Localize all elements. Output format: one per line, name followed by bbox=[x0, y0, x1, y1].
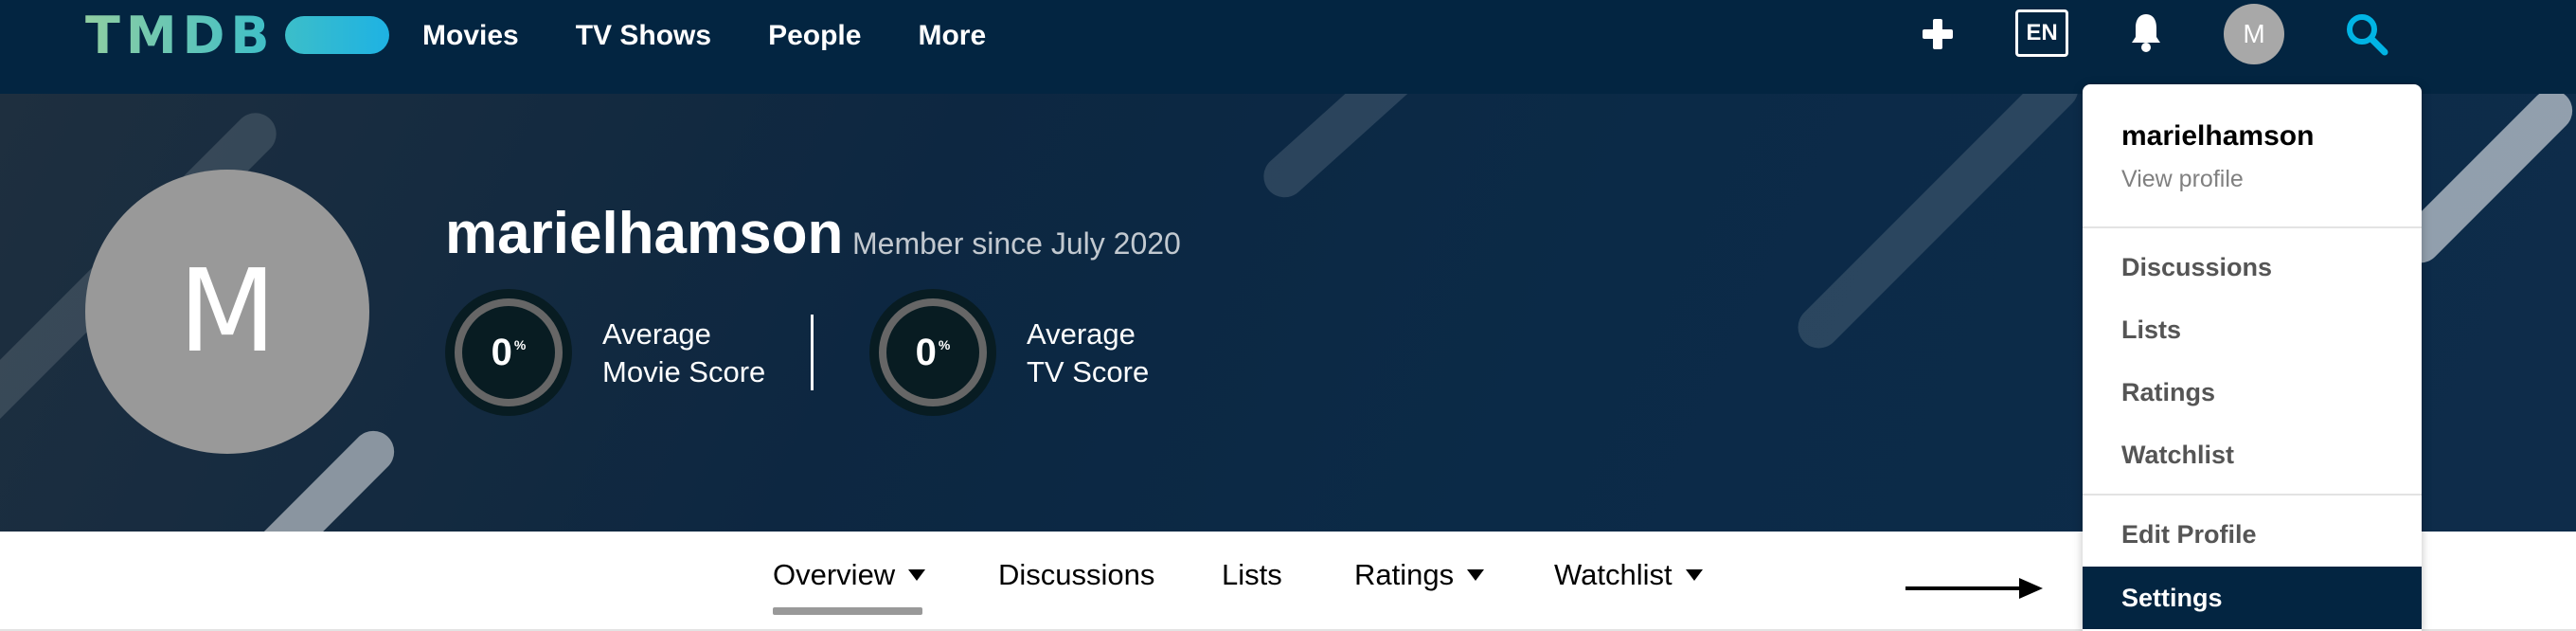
tab-label: Watchlist bbox=[1554, 558, 1673, 591]
bell-icon[interactable] bbox=[2129, 11, 2163, 53]
movie-score-number: 0 bbox=[491, 331, 512, 373]
movie-score-badge: 0% bbox=[445, 289, 572, 416]
tab-lists[interactable]: Lists bbox=[1222, 558, 1282, 592]
search-icon[interactable] bbox=[2344, 11, 2389, 57]
menu-divider bbox=[2083, 226, 2422, 228]
profile-avatar: M bbox=[85, 170, 369, 454]
logo-text: TMDB bbox=[85, 5, 276, 65]
percent-sign: % bbox=[938, 337, 951, 352]
menu-item-edit-profile[interactable]: Edit Profile bbox=[2083, 503, 2422, 566]
tab-watchlist[interactable]: Watchlist bbox=[1554, 558, 1703, 592]
menu-item-watchlist[interactable]: Watchlist bbox=[2083, 424, 2422, 486]
score-divider bbox=[811, 315, 814, 390]
arrow-right-icon bbox=[1905, 578, 2043, 599]
tv-score-label-line2: TV Score bbox=[1027, 355, 1150, 388]
tmdb-logo[interactable]: TMDB bbox=[85, 2, 389, 68]
logo-pill-shape bbox=[284, 16, 389, 54]
active-tab-indicator bbox=[773, 607, 922, 615]
tv-score-value: 0% bbox=[869, 289, 996, 416]
decor-stripe bbox=[1789, 94, 2087, 357]
tv-score-label-line1: Average bbox=[1027, 317, 1136, 351]
plus-icon[interactable] bbox=[1919, 13, 1957, 55]
language-button[interactable]: EN bbox=[2015, 9, 2068, 57]
menu-item-settings[interactable]: Settings bbox=[2083, 567, 2422, 629]
dropdown-username: marielhamson bbox=[2121, 120, 2315, 152]
nav-tv-shows[interactable]: TV Shows bbox=[576, 13, 711, 59]
user-avatar-button[interactable]: M bbox=[2224, 4, 2284, 64]
top-navigation-bar: TMDB Movies TV Shows People More EN M bbox=[0, 0, 2576, 94]
tab-discussions[interactable]: Discussions bbox=[998, 558, 1154, 592]
nav-people[interactable]: People bbox=[768, 13, 861, 59]
menu-item-lists[interactable]: Lists bbox=[2083, 298, 2422, 361]
view-profile-link[interactable]: View profile bbox=[2121, 166, 2244, 193]
tab-label: Lists bbox=[1222, 558, 1282, 591]
tv-score-badge: 0% bbox=[869, 289, 996, 416]
main-nav: Movies TV Shows People More bbox=[422, 13, 1043, 59]
nav-movies[interactable]: Movies bbox=[422, 13, 519, 59]
movie-score-label-line1: Average bbox=[602, 317, 711, 351]
member-since: Member since July 2020 bbox=[852, 226, 1181, 261]
decor-stripe bbox=[1255, 94, 1424, 207]
tv-score-label: Average TV Score bbox=[1027, 316, 1235, 391]
caret-down-icon bbox=[1467, 569, 1485, 581]
tab-label: Discussions bbox=[998, 558, 1155, 591]
user-menu-dropdown: marielhamson View profile Discussions Li… bbox=[2083, 84, 2422, 631]
movie-score-label: Average Movie Score bbox=[602, 316, 811, 391]
percent-sign: % bbox=[513, 337, 527, 352]
tab-overview[interactable]: Overview bbox=[773, 558, 926, 592]
movie-score-label-line2: Movie Score bbox=[602, 355, 766, 388]
menu-divider bbox=[2083, 494, 2422, 496]
caret-down-icon bbox=[1685, 569, 1703, 581]
caret-down-icon bbox=[908, 569, 926, 581]
nav-more[interactable]: More bbox=[918, 13, 986, 59]
tab-label: Overview bbox=[773, 558, 896, 591]
profile-username: marielhamson bbox=[445, 201, 844, 266]
tab-ratings[interactable]: Ratings bbox=[1354, 558, 1485, 592]
tab-label: Ratings bbox=[1354, 558, 1455, 591]
tv-score-number: 0 bbox=[915, 331, 937, 373]
movie-score-value: 0% bbox=[445, 289, 572, 416]
menu-item-ratings[interactable]: Ratings bbox=[2083, 361, 2422, 424]
menu-item-discussions[interactable]: Discussions bbox=[2083, 236, 2422, 298]
